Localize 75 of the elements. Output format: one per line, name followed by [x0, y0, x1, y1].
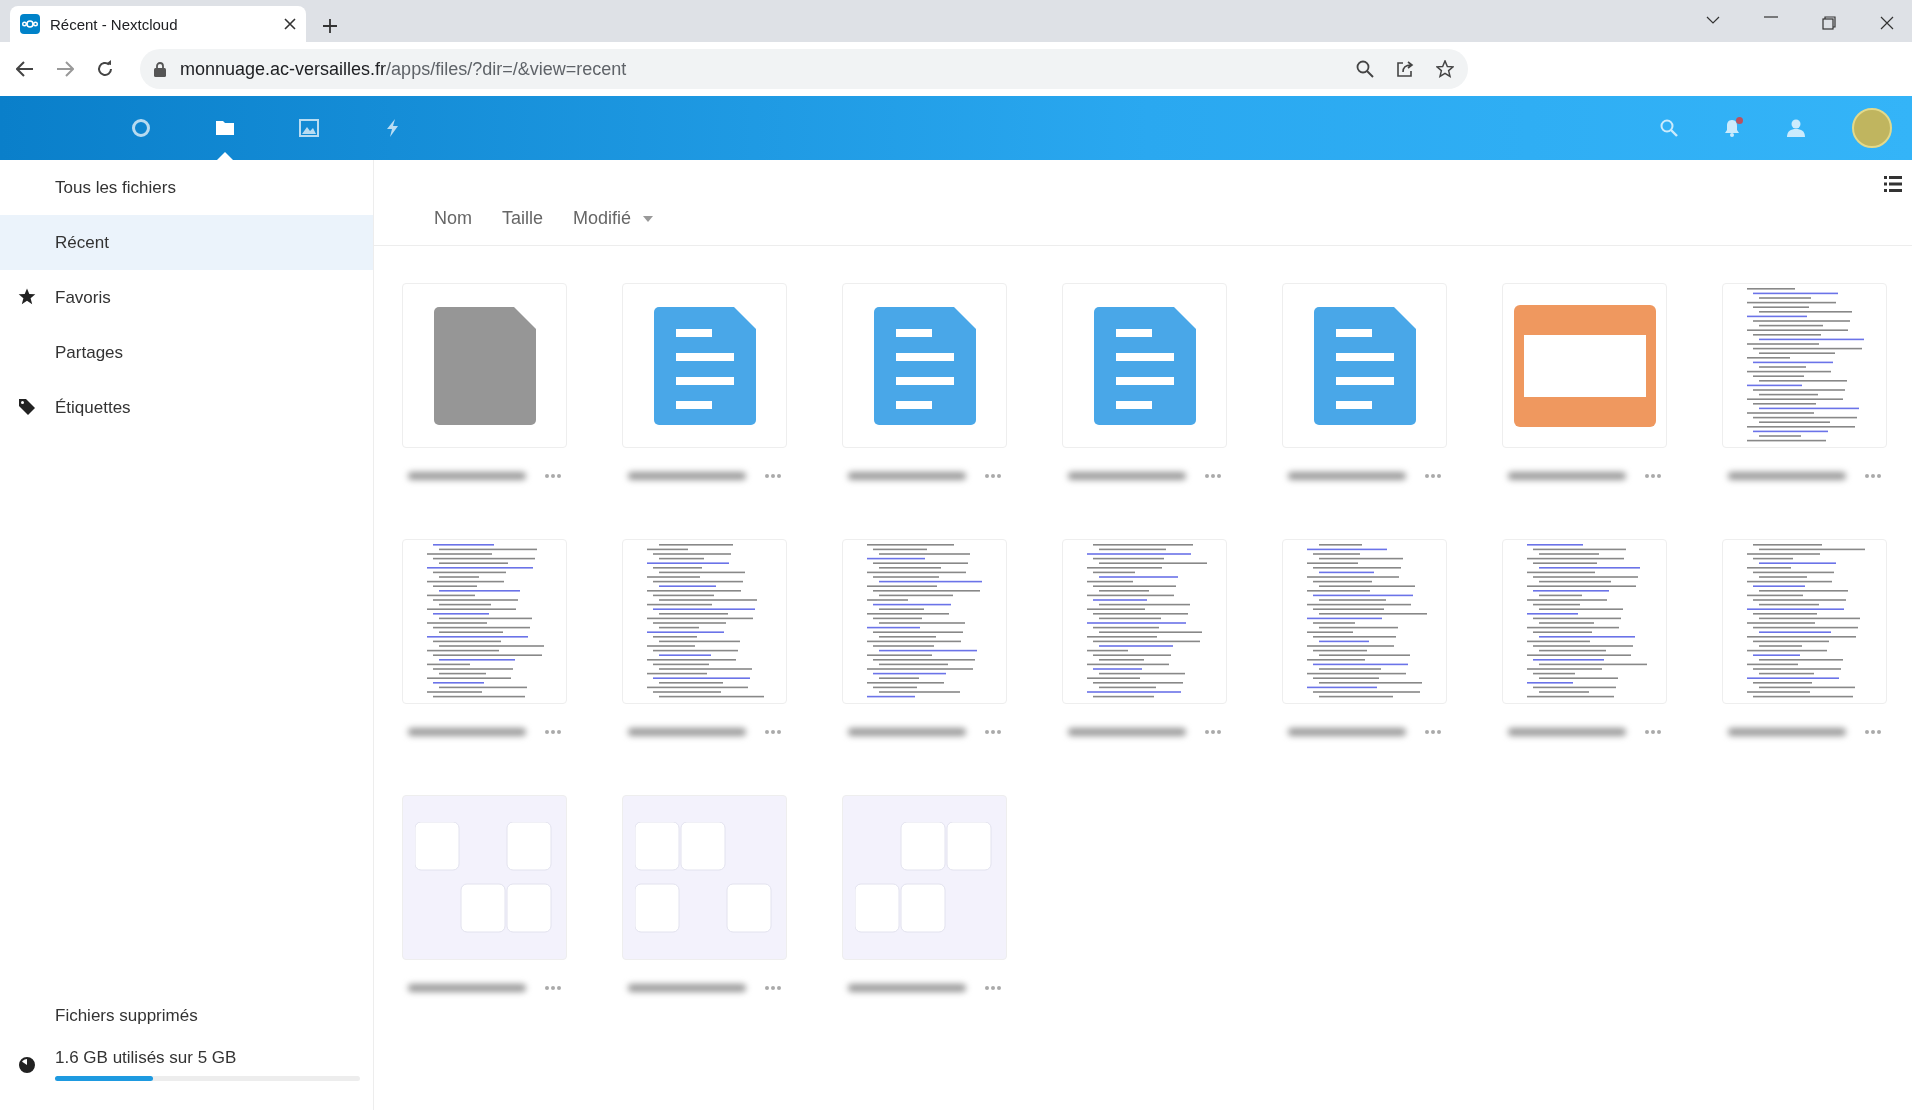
file-thumbnail[interactable]: [842, 539, 1007, 704]
more-icon[interactable]: [1205, 474, 1221, 478]
more-icon[interactable]: [1425, 730, 1441, 734]
tag-icon: [18, 398, 36, 416]
lock-icon: [154, 61, 166, 77]
sort-column-header[interactable]: Nom: [434, 208, 472, 229]
file-thumbnail[interactable]: [1502, 539, 1667, 704]
list-view-icon[interactable]: [1884, 176, 1902, 192]
address-bar[interactable]: monnuage.ac-versailles.fr/apps/files/?dir=/&view=recent: [140, 49, 1468, 89]
contacts-icon[interactable]: [1786, 119, 1806, 137]
nextcloud-logo-icon: [20, 14, 40, 34]
plus-icon[interactable]: [322, 18, 338, 34]
file-thumbnail[interactable]: [1062, 283, 1227, 448]
more-icon[interactable]: [765, 986, 781, 990]
more-icon[interactable]: [1645, 730, 1661, 734]
file-thumbnail[interactable]: [402, 795, 567, 960]
restore-icon[interactable]: [1822, 16, 1836, 30]
caret-icon: [643, 215, 654, 222]
file-thumbnail[interactable]: [1282, 539, 1447, 704]
tab-title: Récent - Nextcloud: [50, 15, 179, 33]
more-icon[interactable]: [1865, 474, 1881, 478]
more-icon[interactable]: [1865, 730, 1881, 734]
more-icon[interactable]: [765, 474, 781, 478]
back-arrow-icon[interactable]: [16, 61, 34, 77]
document-icon: [1093, 306, 1196, 425]
presentation-icon: [1513, 304, 1656, 427]
sidebar-item[interactable]: Favoris: [0, 270, 373, 325]
file-thumbnail[interactable]: [402, 539, 567, 704]
forward-arrow-icon[interactable]: [56, 61, 74, 77]
document-icon: [873, 306, 976, 425]
sidebar-item[interactable]: Étiquettes: [0, 380, 373, 435]
storage-usage-text: 1.6 GB utilisés sur 5 GB: [55, 1048, 238, 1068]
star-icon[interactable]: [1436, 60, 1454, 78]
file-thumbnail[interactable]: [1502, 283, 1667, 448]
pie-chart-icon: [19, 1057, 35, 1073]
sort-column-header[interactable]: Taille: [502, 208, 544, 229]
close-icon[interactable]: [284, 18, 296, 30]
file-thumbnail[interactable]: [1282, 283, 1447, 448]
more-icon[interactable]: [545, 474, 561, 478]
bell-icon[interactable]: [1724, 119, 1740, 137]
user-avatar[interactable]: [1852, 108, 1892, 148]
document-icon: [653, 306, 756, 425]
more-icon[interactable]: [1205, 730, 1221, 734]
close-icon[interactable]: [1880, 16, 1894, 30]
sidebar-item[interactable]: Tous les fichiers: [0, 160, 373, 215]
more-icon[interactable]: [1645, 474, 1661, 478]
more-icon[interactable]: [545, 986, 561, 990]
file-thumbnail[interactable]: [622, 283, 787, 448]
more-icon[interactable]: [1425, 474, 1441, 478]
more-icon[interactable]: [545, 730, 561, 734]
file-thumbnail[interactable]: [842, 795, 1007, 960]
more-icon[interactable]: [985, 730, 1001, 734]
url-text: monnuage.ac-versailles.fr/apps/files/?dir=/&view=recent: [180, 58, 628, 80]
sidebar-item[interactable]: Partages: [0, 325, 373, 380]
star-icon: [18, 288, 36, 306]
more-icon[interactable]: [765, 730, 781, 734]
more-icon[interactable]: [985, 986, 1001, 990]
file-thumbnail[interactable]: [622, 539, 787, 704]
share-icon[interactable]: [1396, 60, 1414, 78]
file-thumbnail[interactable]: [1722, 539, 1887, 704]
browser-tab[interactable]: Récent - Nextcloud: [10, 6, 306, 42]
sort-column-header[interactable]: Modifié: [573, 208, 654, 229]
sidebar-item[interactable]: Récent: [0, 215, 373, 270]
generic-file-icon: [433, 306, 536, 425]
sidebar-item[interactable]: Fichiers supprimés: [0, 994, 373, 1038]
chevron-down-icon[interactable]: [1706, 16, 1720, 24]
reload-icon[interactable]: [96, 60, 114, 78]
more-icon[interactable]: [985, 474, 1001, 478]
search-icon[interactable]: [1356, 60, 1374, 78]
document-icon: [1313, 306, 1416, 425]
file-thumbnail[interactable]: [842, 283, 1007, 448]
file-thumbnail[interactable]: [622, 795, 787, 960]
file-thumbnail[interactable]: [1062, 539, 1227, 704]
file-thumbnail[interactable]: [1722, 283, 1887, 448]
file-thumbnail[interactable]: [402, 283, 567, 448]
